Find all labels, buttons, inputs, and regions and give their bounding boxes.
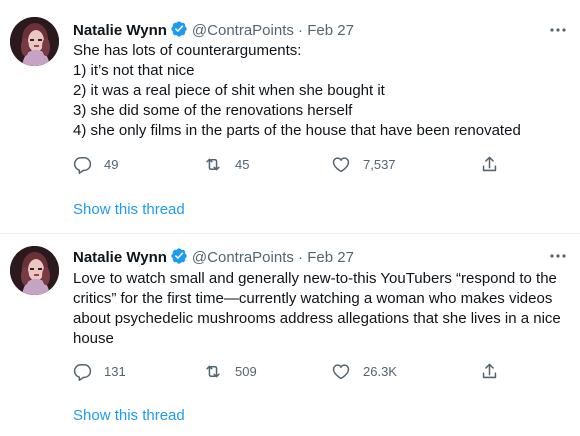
more-icon[interactable] <box>548 20 568 40</box>
more-icon[interactable] <box>548 246 568 266</box>
tweet[interactable]: Natalie Wynn @ContraPoints · Feb 27 She h… <box>0 0 580 234</box>
retweet-count: 45 <box>235 156 250 172</box>
tweet-text-line: 2) it was a real piece of shit when she … <box>73 82 385 99</box>
tweet-actions: 131 509 26.3K <box>73 360 503 382</box>
author-name[interactable]: Natalie Wynn <box>73 22 167 39</box>
reply-button[interactable]: 49 <box>73 153 118 175</box>
tweet[interactable]: Natalie Wynn @ContraPoints · Feb 27 Love … <box>0 234 580 436</box>
like-icon <box>331 362 351 381</box>
reply-icon <box>73 362 92 381</box>
share-icon <box>480 155 499 174</box>
tweet-text: She has lots of counterarguments: 1) it’… <box>73 41 573 141</box>
reply-count: 131 <box>104 363 126 379</box>
like-button[interactable]: 7,537 <box>331 153 396 175</box>
retweet-button[interactable]: 509 <box>203 360 257 382</box>
tweet-text-paragraph: Love to watch small and generally new-to… <box>73 270 561 347</box>
retweet-button[interactable]: 45 <box>203 153 249 175</box>
tweet-text-line: 3) she did some of the renovations herse… <box>73 102 353 119</box>
avatar[interactable] <box>10 17 59 66</box>
share-icon <box>480 362 499 381</box>
author-name[interactable]: Natalie Wynn <box>73 249 167 266</box>
author-handle[interactable]: @ContraPoints <box>192 22 294 39</box>
share-button[interactable] <box>480 360 499 382</box>
verified-badge-icon <box>170 247 188 271</box>
avatar[interactable] <box>10 246 59 295</box>
like-button[interactable]: 26.3K <box>331 360 397 382</box>
like-count: 7,537 <box>363 156 396 172</box>
retweet-icon <box>203 362 223 381</box>
tweet-date[interactable]: Feb 27 <box>307 249 354 266</box>
like-icon <box>331 155 351 174</box>
tweet-text: Love to watch small and generally new-to… <box>73 269 568 349</box>
retweet-icon <box>203 155 223 174</box>
reply-count: 49 <box>104 156 119 172</box>
show-thread-link[interactable]: Show this thread <box>73 406 185 426</box>
like-count: 26.3K <box>363 363 397 379</box>
share-button[interactable] <box>480 153 499 175</box>
tweet-actions: 49 45 7,537 <box>73 153 503 175</box>
reply-button[interactable]: 131 <box>73 360 126 382</box>
tweet-header: Natalie Wynn @ContraPoints · Feb 27 <box>73 247 354 271</box>
author-handle[interactable]: @ContraPoints <box>192 249 294 266</box>
tweet-text-line: 1) it’s not that nice <box>73 62 195 79</box>
reply-icon <box>73 155 92 174</box>
tweet-date[interactable]: Feb 27 <box>307 22 354 39</box>
tweet-text-line: 4) she only films in the parts of the ho… <box>73 122 521 139</box>
tweet-text-line: She has lots of counterarguments: <box>73 42 302 59</box>
show-thread-link[interactable]: Show this thread <box>73 200 185 220</box>
retweet-count: 509 <box>235 363 257 379</box>
